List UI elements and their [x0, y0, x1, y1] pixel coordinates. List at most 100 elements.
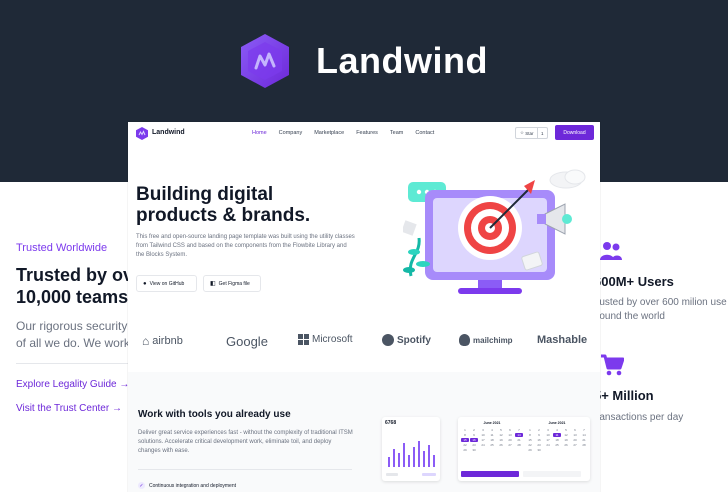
calendar-left-month: June 2021 [483, 421, 501, 425]
calendar-day[interactable]: 29 [526, 448, 534, 452]
calendar-day[interactable]: 8 [461, 433, 469, 437]
calendar-day[interactable]: 4 [488, 428, 496, 432]
calendar-day[interactable]: 7 [580, 428, 588, 432]
calendar-day[interactable]: 21 [580, 438, 588, 442]
calendar-day[interactable]: 18 [553, 438, 561, 442]
calendar-day[interactable]: 5 [562, 428, 570, 432]
calendar-day[interactable]: 24 [479, 443, 487, 447]
nav-link-team[interactable]: Team [390, 130, 403, 136]
calendar-day[interactable]: 28 [515, 443, 523, 447]
calendar-day[interactable]: 17 [479, 438, 487, 442]
calendar-day[interactable]: 6 [571, 428, 579, 432]
hero-title-line1: Building digital [136, 184, 274, 205]
calendar-day[interactable]: 1 [526, 428, 534, 432]
calendar-day[interactable]: 15 [526, 438, 534, 442]
github-star-button[interactable]: ☆ Star 1 [515, 127, 548, 139]
calendar-day[interactable]: 12 [562, 433, 570, 437]
calendar-day[interactable]: 16 [535, 438, 543, 442]
calendar-day[interactable]: 16 [470, 438, 478, 442]
calendar-day[interactable]: 23 [535, 443, 543, 447]
calendar-day[interactable]: 14 [580, 433, 588, 437]
stat-users-description-line1: rusted by over 600 milion use [600, 297, 727, 308]
calendar-day[interactable]: 8 [526, 433, 534, 437]
landwind-logo-icon[interactable] [136, 127, 148, 140]
calendar-day[interactable]: 24 [544, 443, 552, 447]
calendar-day[interactable]: 23 [470, 443, 478, 447]
users-icon [600, 242, 622, 260]
calendar-day[interactable]: 13 [571, 433, 579, 437]
star-label: ☆ Star [516, 128, 538, 138]
legality-guide-link[interactable]: Explore Legality Guide → [16, 379, 129, 390]
calendar-day[interactable]: 30 [470, 448, 478, 452]
calendar-day[interactable]: 7 [515, 428, 523, 432]
calendar-day[interactable]: 17 [544, 438, 552, 442]
calendar-day[interactable]: 5 [497, 428, 505, 432]
calendar-day[interactable]: 12 [497, 433, 505, 437]
brand: Landwind [238, 32, 488, 90]
calendar-day[interactable]: 9 [470, 433, 478, 437]
star-label-text: Star [525, 130, 534, 136]
get-figma-file-button[interactable]: ◧ Get Figma file [203, 275, 261, 292]
calendar-day[interactable]: 26 [497, 443, 505, 447]
calendar-day[interactable]: 18 [488, 438, 496, 442]
view-on-github-button[interactable]: ● View on GitHub [136, 275, 197, 292]
calendar-day[interactable]: 30 [535, 448, 543, 452]
github-button-label: View on GitHub [149, 280, 185, 287]
calendar-day[interactable]: 27 [506, 443, 514, 447]
tools-check-item: ✓ Continuous integration and deployment [138, 482, 236, 489]
download-button[interactable]: Download [555, 125, 594, 140]
trust-center-link[interactable]: Visit the Trust Center → [16, 403, 122, 414]
nav-link-features[interactable]: Features [356, 130, 378, 136]
calendar-day[interactable]: 25 [553, 443, 561, 447]
calendar-day[interactable]: 11 [488, 433, 496, 437]
calendar-day[interactable]: 22 [461, 443, 469, 447]
calendar-day[interactable]: 29 [461, 448, 469, 452]
landwind-logo-icon [241, 34, 289, 88]
check-icon: ✓ [138, 482, 145, 489]
calendar-day[interactable]: 6 [506, 428, 514, 432]
calendar-day[interactable]: 10 [479, 433, 487, 437]
microsoft-wordmark: Microsoft [312, 334, 353, 345]
tools-description: Deliver great service experiences fast -… [138, 430, 353, 454]
cart-icon [601, 354, 624, 376]
trusted-heading-line2: 10,000 teams [16, 287, 129, 307]
calendar-day[interactable]: 27 [571, 443, 579, 447]
star-count: 1 [541, 130, 544, 136]
calendar-day[interactable]: 25 [488, 443, 496, 447]
calendar-day[interactable]: 21 [515, 438, 523, 442]
mailchimp-icon [459, 334, 470, 346]
calendar-right-grid: 1 2 3 4 5 6 7 8 9 10 11 12 13 14 15 16 17 18 19 20 21 22 23 24 2… [526, 428, 588, 452]
calendar-day[interactable]: 13 [506, 433, 514, 437]
nav-link-contact[interactable]: Contact [415, 130, 434, 136]
landing-page-preview: Landwind Home Company Marketplace Featur… [128, 122, 600, 492]
tools-divider [138, 469, 352, 470]
calendar-day[interactable]: 20 [571, 438, 579, 442]
nav-link-company[interactable]: Company [279, 130, 303, 136]
calendar-day[interactable]: 4 [553, 428, 561, 432]
calendar-day[interactable]: 1 [461, 428, 469, 432]
trusted-paragraph: Our rigorous security a of all we do. We… [16, 318, 130, 352]
calendar-day[interactable]: 2 [470, 428, 478, 432]
calendar-day[interactable]: 2 [535, 428, 543, 432]
calendar-day[interactable]: 28 [580, 443, 588, 447]
mini-bar [428, 445, 430, 467]
calendar-day[interactable]: 15 [461, 438, 469, 442]
nav-link-home[interactable]: Home [252, 130, 267, 136]
mini-bar [398, 453, 400, 467]
nav-link-marketplace[interactable]: Marketplace [314, 130, 344, 136]
calendar-day[interactable]: 20 [506, 438, 514, 442]
calendar-day[interactable]: 22 [526, 443, 534, 447]
calendar-day[interactable]: 3 [479, 428, 487, 432]
calendar-cancel-button[interactable] [523, 471, 581, 477]
nav-brand[interactable]: Landwind [152, 129, 185, 136]
calendar-day[interactable]: 10 [544, 433, 552, 437]
calendar-day[interactable]: 11 [553, 433, 561, 437]
calendar-apply-button[interactable] [461, 471, 519, 477]
navbar: Landwind Home Company Marketplace Featur… [128, 122, 600, 146]
calendar-day[interactable]: 3 [544, 428, 552, 432]
calendar-day[interactable]: 19 [562, 438, 570, 442]
calendar-day[interactable]: 26 [562, 443, 570, 447]
calendar-day[interactable]: 14 [515, 433, 523, 437]
calendar-day[interactable]: 19 [497, 438, 505, 442]
calendar-day[interactable]: 9 [535, 433, 543, 437]
